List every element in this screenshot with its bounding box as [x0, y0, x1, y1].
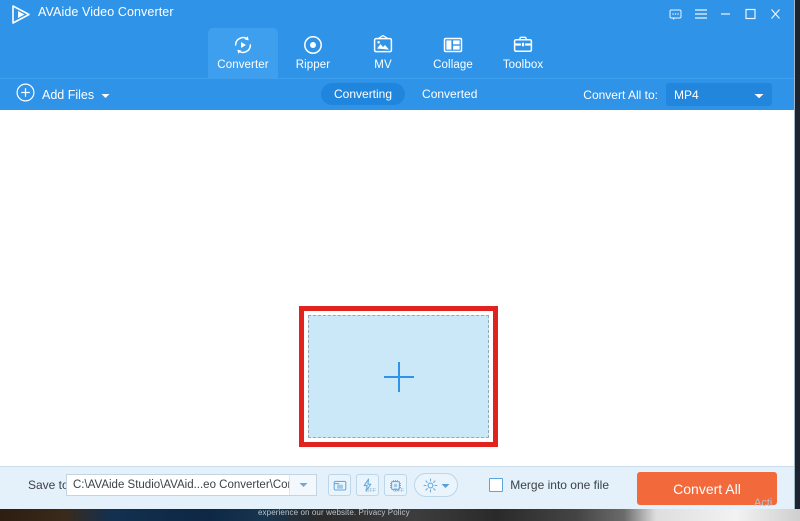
menu-icon[interactable] [688, 0, 713, 28]
application-window: AVAide Video Converter Converter Ripper … [0, 0, 795, 509]
chevron-down-icon [299, 483, 307, 487]
chevron-down-icon [101, 86, 110, 104]
feedback-icon[interactable] [663, 0, 688, 28]
tab-converting[interactable]: Converting [321, 83, 406, 105]
action-toolbar: Add Files Converting Converted Convert A… [0, 78, 794, 110]
activate-windows-watermark: Acti [754, 497, 773, 509]
add-files-button[interactable]: Add Files [16, 83, 110, 107]
plus-icon [383, 361, 414, 392]
background-window-strip: experience on our website. Privacy Polic… [0, 509, 800, 521]
tab-mv[interactable]: MV [348, 28, 418, 78]
merge-label: Merge into one file [510, 478, 609, 492]
tab-toolbox[interactable]: Toolbox [488, 28, 558, 78]
save-to-path: C:\AVAide Studio\AVAid...eo Converter\Co… [73, 479, 289, 491]
tab-converted[interactable]: Converted [409, 83, 490, 105]
convert-all-to-select[interactable]: MP4 [666, 83, 772, 106]
minimize-icon[interactable] [713, 0, 738, 28]
background-strip-text: experience on our website. Privacy Polic… [258, 509, 410, 517]
convert-all-to-label: Convert All to: [583, 87, 658, 102]
status-tabs: Converting Converted [321, 83, 490, 105]
tv-photo-icon [372, 33, 394, 57]
app-title: AVAide Video Converter [38, 5, 174, 19]
nav-tabs: Converter Ripper MV Collage Toolbox [208, 28, 558, 78]
toolbox-icon [512, 33, 534, 57]
main-stage: Click here to add media files or drag th… [0, 110, 794, 480]
merge-into-one-file-option[interactable]: Merge into one file [489, 478, 609, 492]
tab-ripper[interactable]: Ripper [278, 28, 348, 78]
circle-plus-icon [16, 83, 35, 107]
browse-folder-button[interactable] [328, 474, 351, 496]
tab-collage-label: Collage [433, 59, 473, 71]
tab-toolbox-label: Toolbox [502, 59, 544, 71]
tab-collage[interactable]: Collage [418, 28, 488, 78]
merge-checkbox[interactable] [489, 478, 504, 492]
cpu-acceleration-state: OFF [393, 487, 404, 494]
bottom-bar: Save to: C:\AVAide Studio\AVAid...eo Con… [0, 466, 794, 509]
convert-arrows-icon [232, 33, 254, 57]
maximize-icon[interactable] [738, 0, 763, 28]
settings-button[interactable] [414, 473, 458, 497]
screen: experience on our website. Privacy Polic… [0, 0, 800, 521]
save-to-dropdown[interactable] [289, 475, 316, 495]
title-bar: AVAide Video Converter [0, 0, 794, 28]
add-files-label: Add Files [42, 88, 95, 102]
drop-zone-inset [304, 311, 493, 442]
collage-layout-icon [442, 33, 464, 57]
gear-icon [423, 478, 437, 492]
convert-all-to-group: Convert All to: MP4 [583, 83, 772, 106]
save-to-field[interactable]: C:\AVAide Studio\AVAid...eo Converter\Co… [66, 474, 317, 496]
hardware-acceleration-toggle[interactable]: OFF [356, 474, 379, 496]
disc-icon [302, 33, 324, 57]
tab-mv-label: MV [374, 59, 392, 71]
tab-converter-label: Converter [217, 59, 269, 71]
tab-ripper-label: Ripper [295, 59, 331, 71]
chevron-down-icon [441, 476, 450, 494]
folder-open-icon [333, 480, 346, 491]
media-drop-zone[interactable] [308, 315, 489, 438]
chevron-down-icon [754, 86, 764, 104]
app-logo-icon [10, 4, 32, 25]
tab-converter[interactable]: Converter [208, 28, 278, 78]
convert-all-to-value: MP4 [674, 87, 699, 102]
convert-all-button-label: Convert All [673, 480, 741, 497]
drop-zone-highlight [299, 306, 498, 447]
cpu-acceleration-toggle[interactable]: OFF [384, 474, 407, 496]
hardware-acceleration-state: OFF [365, 487, 376, 494]
nav-bar: Converter Ripper MV Collage Toolbox [0, 28, 794, 78]
close-icon[interactable] [763, 0, 788, 28]
